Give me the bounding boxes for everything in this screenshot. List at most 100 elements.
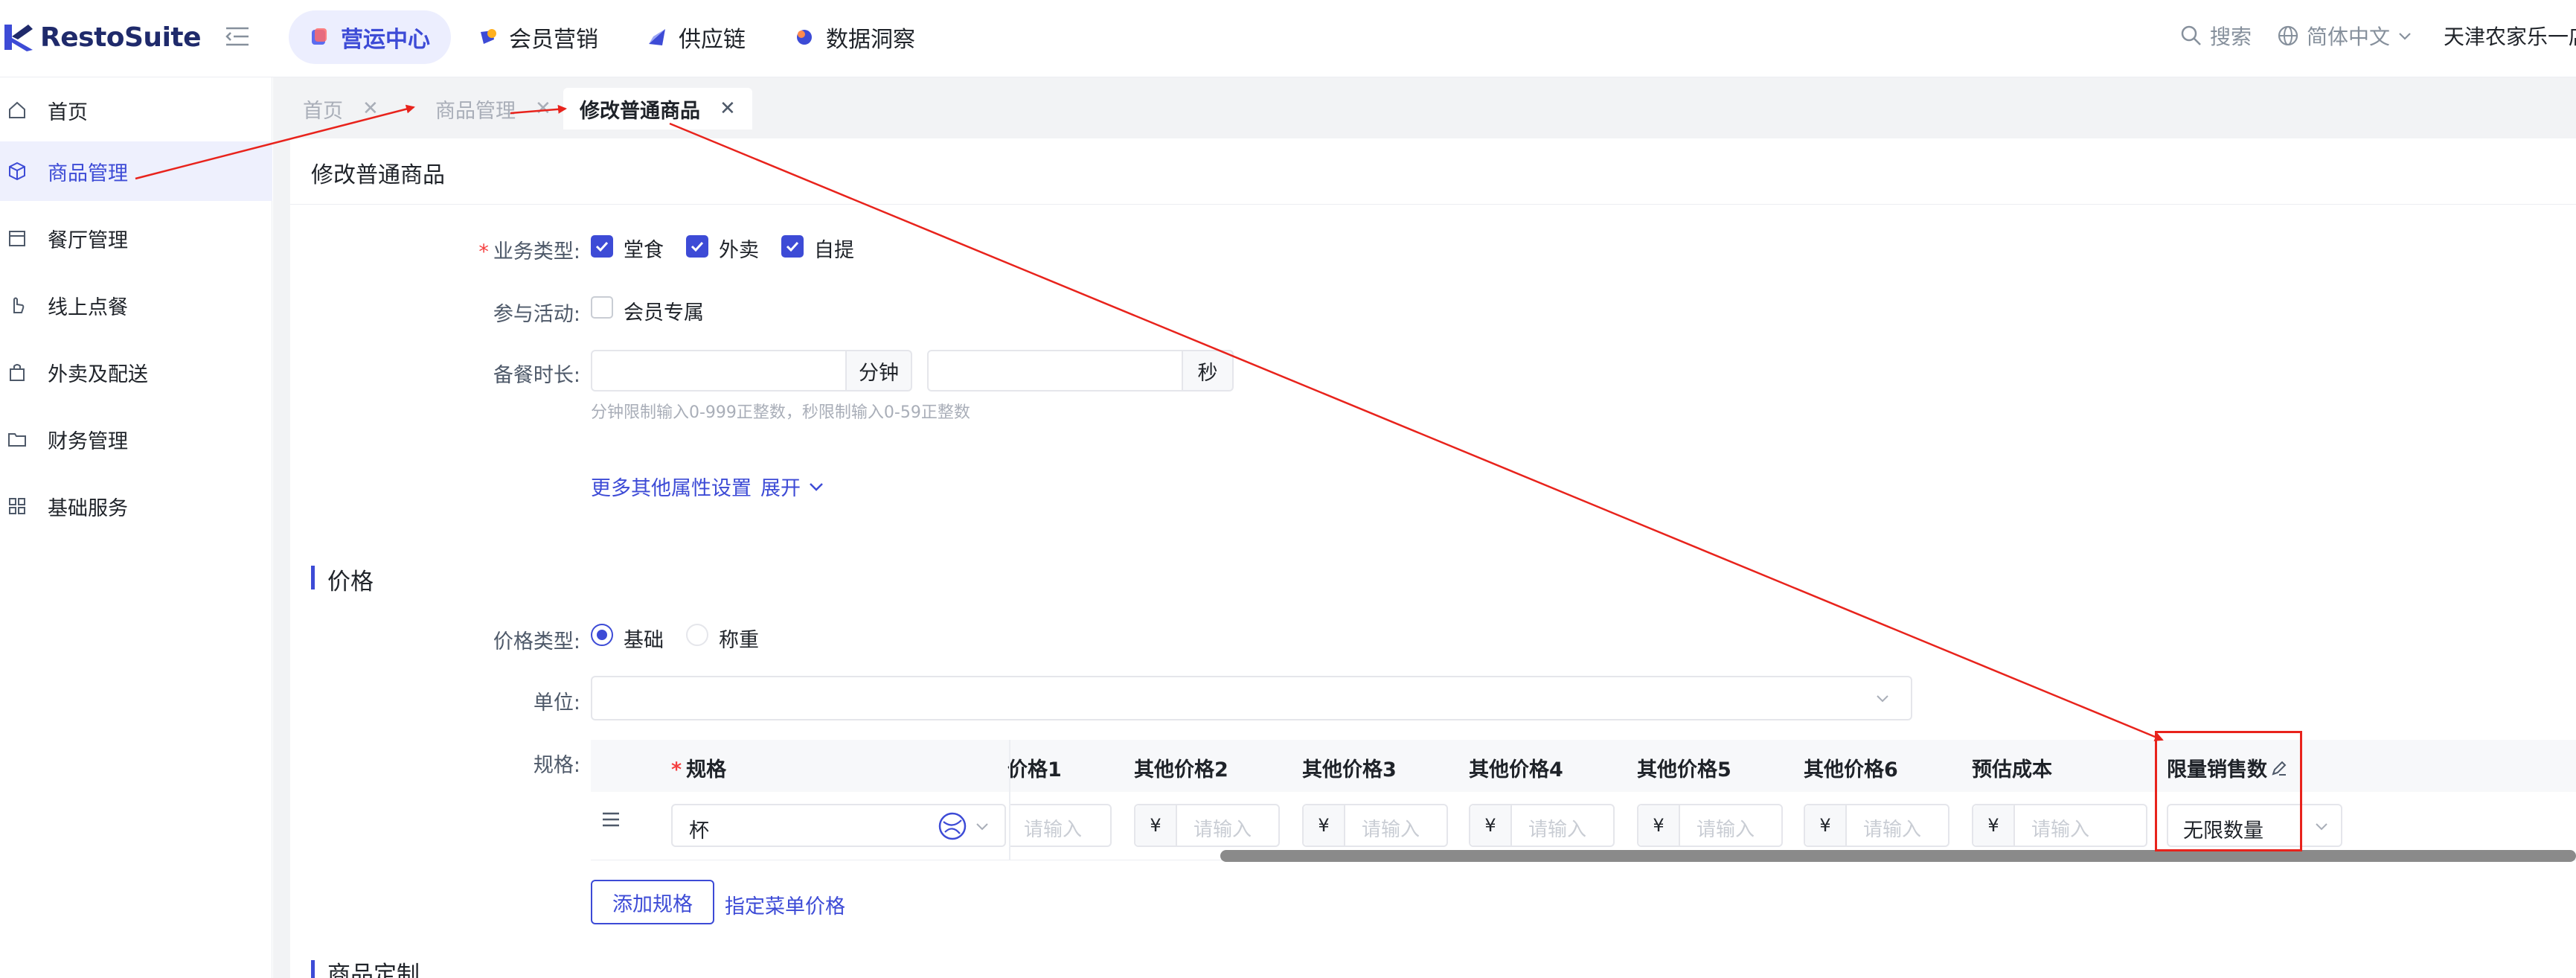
translate-globe-icon[interactable] — [938, 811, 967, 841]
add-spec-button[interactable]: 添加规格 — [591, 880, 714, 924]
sidebar-item-label: 外卖及配送 — [48, 362, 148, 386]
other-price6-placeholder: 请输入 — [1863, 819, 1922, 841]
drag-handle-icon[interactable] — [601, 811, 621, 828]
product-customization-section-title: 商品定制 — [327, 962, 420, 978]
hand-icon — [13, 297, 25, 313]
title-divider — [290, 204, 2576, 205]
prep-seconds-input[interactable] — [927, 350, 1183, 391]
price-type-basic-label: 基础 — [624, 629, 664, 652]
sidebar-item-restaurant-management[interactable]: 餐厅管理 — [0, 208, 272, 268]
sidebar-item-label: 财务管理 — [48, 429, 128, 453]
dine-in-checkbox[interactable] — [591, 235, 613, 258]
estimated-cost-input[interactable]: ¥ 请输入 — [1972, 804, 2147, 847]
dine-in-label: 堂食 — [624, 239, 664, 262]
nav-data-insight[interactable]: 数据洞察 — [774, 10, 936, 64]
expand-label: 展开 — [760, 477, 801, 500]
th-other-price3: 其他价格3 — [1302, 758, 1397, 782]
horizontal-scrollbar[interactable] — [1220, 850, 2576, 862]
other-price2-input[interactable]: ¥ 请输入 — [1134, 804, 1280, 847]
chevron-down-icon — [2399, 33, 2411, 40]
other-price4-input[interactable]: ¥ 请输入 — [1469, 804, 1615, 847]
search-label: 搜索 — [2210, 25, 2252, 49]
takeout-checkbox[interactable] — [686, 235, 708, 258]
currency-addon: ¥ — [1973, 805, 2015, 846]
chevron-down-icon — [1877, 695, 1888, 703]
search-button[interactable]: 搜索 — [2180, 21, 2252, 51]
prep-minutes-input[interactable] — [591, 350, 847, 391]
tab-label: 首页 — [303, 99, 343, 123]
sidebar-item-finance[interactable]: 财务管理 — [0, 409, 272, 469]
currency-addon: ¥ — [1638, 805, 1680, 846]
nav-supply-chain-label: 供应链 — [679, 27, 746, 53]
prep-time-hint: 分钟限制输入0-999正整数，秒限制输入0-59正整数 — [591, 403, 970, 422]
other-price5-placeholder: 请输入 — [1696, 819, 1755, 841]
more-settings-toggle[interactable]: 更多其他属性设置 展开 — [591, 472, 826, 501]
business-type-label: * 业务类型: — [357, 235, 580, 264]
sidebar-item-basic-services[interactable]: 基础服务 — [0, 476, 272, 536]
tab-label: 修改普通商品 — [580, 99, 700, 123]
menu-collapse-icon[interactable] — [225, 25, 250, 48]
sidebar-item-product-management[interactable]: 商品管理 — [0, 141, 272, 201]
other-price6-input[interactable]: ¥ 请输入 — [1804, 804, 1949, 847]
unit-label: 单位: — [533, 691, 580, 715]
member-exclusive-checkbox[interactable] — [591, 296, 613, 319]
other-price3-placeholder: 请输入 — [1362, 819, 1420, 841]
price-type-basic-radio[interactable] — [591, 624, 613, 646]
check-icon — [786, 241, 799, 252]
close-icon[interactable]: ✕ — [720, 98, 736, 120]
tab-home[interactable]: 首页 ✕ — [286, 88, 395, 130]
other-price5-input[interactable]: ¥ 请输入 — [1637, 804, 1783, 847]
other-price3-input[interactable]: ¥ 请输入 — [1302, 804, 1448, 847]
nav-member-marketing-label: 会员营销 — [509, 27, 598, 53]
close-icon[interactable]: ✕ — [362, 98, 379, 120]
cube-icon — [9, 162, 25, 181]
price-type-weight-radio[interactable] — [686, 624, 708, 646]
pickup-checkbox[interactable] — [781, 235, 804, 258]
sidebar-item-home[interactable]: 首页 — [0, 80, 272, 140]
more-settings-label: 更多其他属性设置 — [591, 477, 752, 500]
price-section-title: 价格 — [327, 569, 374, 595]
tab-edit-product[interactable]: 修改普通商品 ✕ — [563, 88, 752, 130]
sidebar-item-label: 基础服务 — [48, 496, 128, 520]
store-name[interactable]: 天津农家乐一店 — [2444, 21, 2576, 51]
spec-value: 杯 — [689, 819, 709, 843]
estimated-cost-placeholder: 请输入 — [2031, 819, 2090, 841]
nav-member-marketing[interactable]: 会员营销 — [457, 10, 619, 64]
folder-icon — [8, 433, 26, 447]
currency-addon: ¥ — [1304, 805, 1345, 846]
price1-input[interactable]: 请输入 — [1010, 804, 1112, 847]
currency-addon: ¥ — [1805, 805, 1847, 846]
check-icon — [595, 241, 609, 252]
business-type-label-text: 业务类型: — [493, 240, 580, 263]
nav-supply-chain[interactable]: 供应链 — [627, 10, 766, 64]
spec-select[interactable] — [671, 804, 1006, 847]
section-accent-bar — [311, 566, 315, 589]
chevron-down-icon — [2316, 823, 2327, 831]
nav-ops-center[interactable]: 营运中心 — [289, 10, 451, 64]
sidebar-item-label: 商品管理 — [48, 162, 128, 185]
globe-icon — [2278, 25, 2298, 46]
sidebar-item-label: 线上点餐 — [48, 295, 128, 319]
sidebar-item-online-ordering[interactable]: 线上点餐 — [0, 275, 272, 335]
chevron-down-icon — [810, 482, 823, 491]
pickup-label: 自提 — [814, 239, 854, 262]
store-icon — [9, 231, 25, 246]
member-marketing-icon — [481, 29, 496, 44]
currency-addon: ¥ — [1470, 805, 1512, 846]
logo-text: RestoSuite — [40, 22, 202, 53]
close-icon[interactable]: ✕ — [535, 98, 551, 120]
menu-price-link[interactable]: 指定菜单价格 — [725, 890, 845, 919]
chevron-down-icon — [976, 823, 988, 831]
other-price2-placeholder: 请输入 — [1194, 819, 1252, 841]
language-selector[interactable]: 简体中文 — [2277, 21, 2421, 51]
tab-product-management[interactable]: 商品管理 ✕ — [419, 88, 568, 130]
unit-select[interactable] — [591, 676, 1912, 720]
sidebar: 首页 商品管理 餐厅管理 线上点餐 外卖及配送 财务管理 基础服务 — [0, 77, 272, 978]
supply-chain-icon — [649, 29, 665, 45]
th-spec: * 规格 — [671, 753, 726, 782]
takeout-label: 外卖 — [719, 239, 759, 262]
price1-placeholder: 请输入 — [1024, 819, 1083, 841]
app-logo[interactable]: RestoSuite — [3, 18, 202, 57]
sidebar-item-delivery[interactable]: 外卖及配送 — [0, 342, 272, 402]
page-title: 修改普通商品 — [311, 162, 445, 188]
